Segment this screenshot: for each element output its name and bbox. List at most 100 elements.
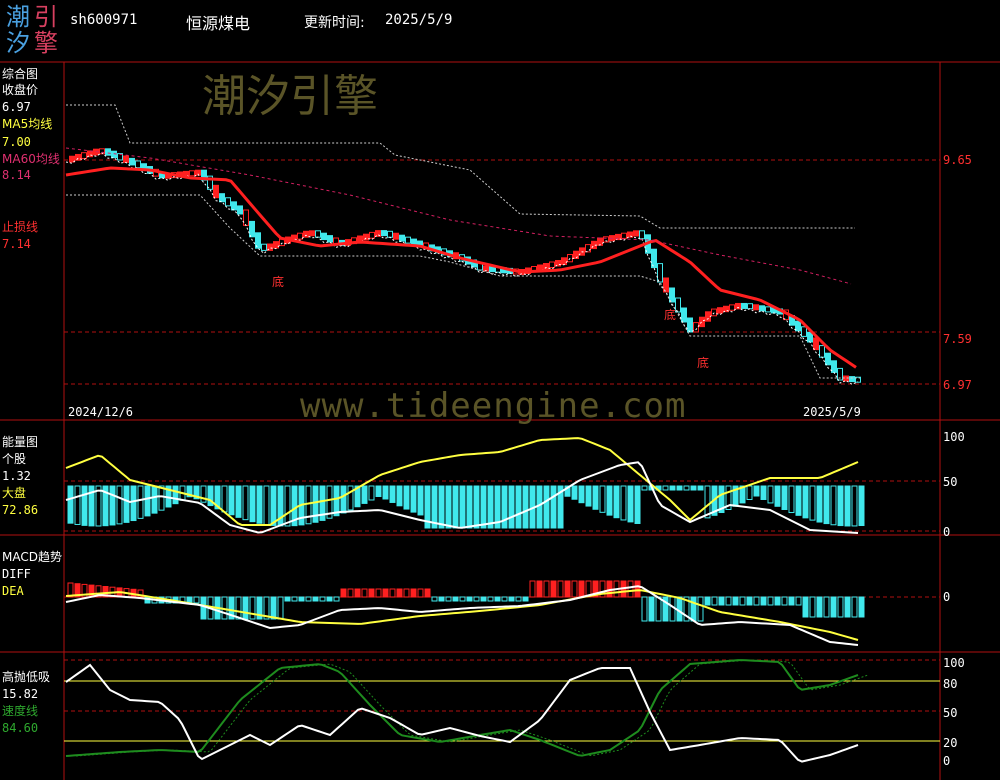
candle-57 bbox=[405, 236, 411, 244]
hilo-tick-50: 50 bbox=[943, 706, 958, 720]
energy-bar bbox=[438, 485, 445, 529]
macd-bar bbox=[557, 580, 564, 598]
macd-bar bbox=[627, 580, 634, 598]
energy-bar bbox=[382, 485, 389, 500]
macd-bar bbox=[788, 596, 795, 606]
dea-label: DEA bbox=[2, 584, 24, 598]
candle-117 bbox=[765, 306, 771, 313]
speed-label: 速度线 bbox=[2, 704, 39, 718]
macd-bar bbox=[781, 596, 788, 606]
energy-tick-100: 100 bbox=[943, 430, 965, 444]
macd-bar bbox=[746, 596, 753, 606]
macd-bar bbox=[858, 596, 865, 618]
hilo-value: 15.82 bbox=[2, 687, 39, 701]
macd-bar bbox=[193, 596, 200, 604]
energy-bar bbox=[669, 485, 676, 491]
main-panel-title: 综合图 bbox=[2, 67, 39, 81]
macd-bar bbox=[634, 580, 641, 598]
candle-95 bbox=[633, 230, 639, 237]
macd-bar bbox=[291, 596, 298, 602]
macd-bar bbox=[501, 596, 508, 602]
energy-bar bbox=[830, 485, 837, 526]
candle-35 bbox=[273, 241, 279, 249]
candle-83 bbox=[561, 257, 567, 265]
hilo-tick-100: 100 bbox=[943, 656, 965, 670]
macd-bar bbox=[200, 596, 207, 620]
macd-bar bbox=[718, 596, 725, 606]
macd-bar bbox=[564, 580, 571, 598]
energy-bar bbox=[802, 485, 809, 519]
price-tick-mid: 7.59 bbox=[943, 332, 972, 346]
watermark-url: www.tideengine.com bbox=[300, 386, 687, 426]
energy-bar bbox=[550, 485, 557, 529]
ma60-label: MA60均线 bbox=[2, 152, 60, 166]
candle-93 bbox=[621, 232, 627, 239]
energy-bar bbox=[774, 485, 781, 507]
macd-bar bbox=[767, 596, 774, 606]
macd-bar bbox=[844, 596, 851, 618]
energy-bar bbox=[403, 485, 410, 510]
macd-bar bbox=[655, 596, 662, 622]
energy-bar bbox=[809, 485, 816, 521]
diff-label: DIFF bbox=[2, 567, 31, 581]
macd-bar bbox=[354, 588, 361, 598]
candle-123 bbox=[801, 326, 807, 337]
energy-bar bbox=[74, 485, 81, 525]
candle-109 bbox=[717, 307, 723, 314]
energy-bar bbox=[235, 485, 242, 518]
energy-stock-value: 1.32 bbox=[2, 469, 31, 483]
macd-bar bbox=[284, 596, 291, 602]
hilo-tick-0: 0 bbox=[943, 754, 951, 768]
energy-bar bbox=[592, 485, 599, 510]
energy-bar bbox=[627, 485, 634, 523]
energy-bar bbox=[613, 485, 620, 519]
candle-56 bbox=[399, 234, 405, 242]
macd-bar bbox=[410, 588, 417, 598]
energy-bar bbox=[508, 485, 515, 529]
macd-bar bbox=[571, 580, 578, 598]
candle-26 bbox=[219, 193, 225, 203]
candle-21 bbox=[189, 170, 195, 177]
energy-bar bbox=[375, 485, 382, 497]
candle-103 bbox=[681, 307, 687, 323]
candle-108 bbox=[711, 308, 717, 317]
energy-bar bbox=[760, 485, 767, 501]
energy-bar bbox=[683, 485, 690, 491]
candle-131 bbox=[849, 376, 855, 383]
candle-7 bbox=[105, 148, 111, 156]
energy-bar bbox=[690, 485, 697, 491]
energy-tick-0: 0 bbox=[943, 525, 951, 539]
macd-bar bbox=[830, 596, 837, 618]
macd-bar bbox=[522, 596, 529, 602]
candle-29 bbox=[237, 205, 243, 215]
macd-bar bbox=[529, 580, 536, 598]
candle-101 bbox=[669, 287, 675, 303]
energy-bar bbox=[620, 485, 627, 521]
macd-bar bbox=[487, 596, 494, 602]
date-start: 2024/12/6 bbox=[68, 405, 134, 419]
macd-bar bbox=[711, 596, 718, 606]
energy-bar bbox=[662, 485, 669, 491]
energy-bar bbox=[263, 485, 270, 526]
energy-bar bbox=[340, 485, 347, 514]
energy-bar bbox=[858, 485, 865, 527]
macd-bar bbox=[753, 596, 760, 606]
energy-bar bbox=[417, 485, 424, 516]
energy-bar bbox=[767, 485, 774, 504]
candle-53 bbox=[381, 230, 387, 237]
energy-market-value: 72.86 bbox=[2, 503, 39, 517]
candle-1 bbox=[69, 155, 75, 163]
macd-panel-title: MACD趋势 bbox=[2, 550, 62, 564]
energy-bar bbox=[256, 485, 263, 524]
macd-bar bbox=[368, 588, 375, 598]
energy-bar bbox=[116, 485, 123, 525]
energy-bar bbox=[851, 485, 858, 527]
macd-bar bbox=[235, 596, 242, 620]
macd-bar bbox=[648, 596, 655, 622]
candle-85 bbox=[573, 250, 579, 259]
macd-bar bbox=[543, 580, 550, 598]
price-tick-low: 6.97 bbox=[943, 378, 972, 392]
energy-panel-title: 能量图 bbox=[2, 435, 39, 449]
close-value: 6.97 bbox=[2, 100, 31, 114]
macd-bar bbox=[725, 596, 732, 606]
